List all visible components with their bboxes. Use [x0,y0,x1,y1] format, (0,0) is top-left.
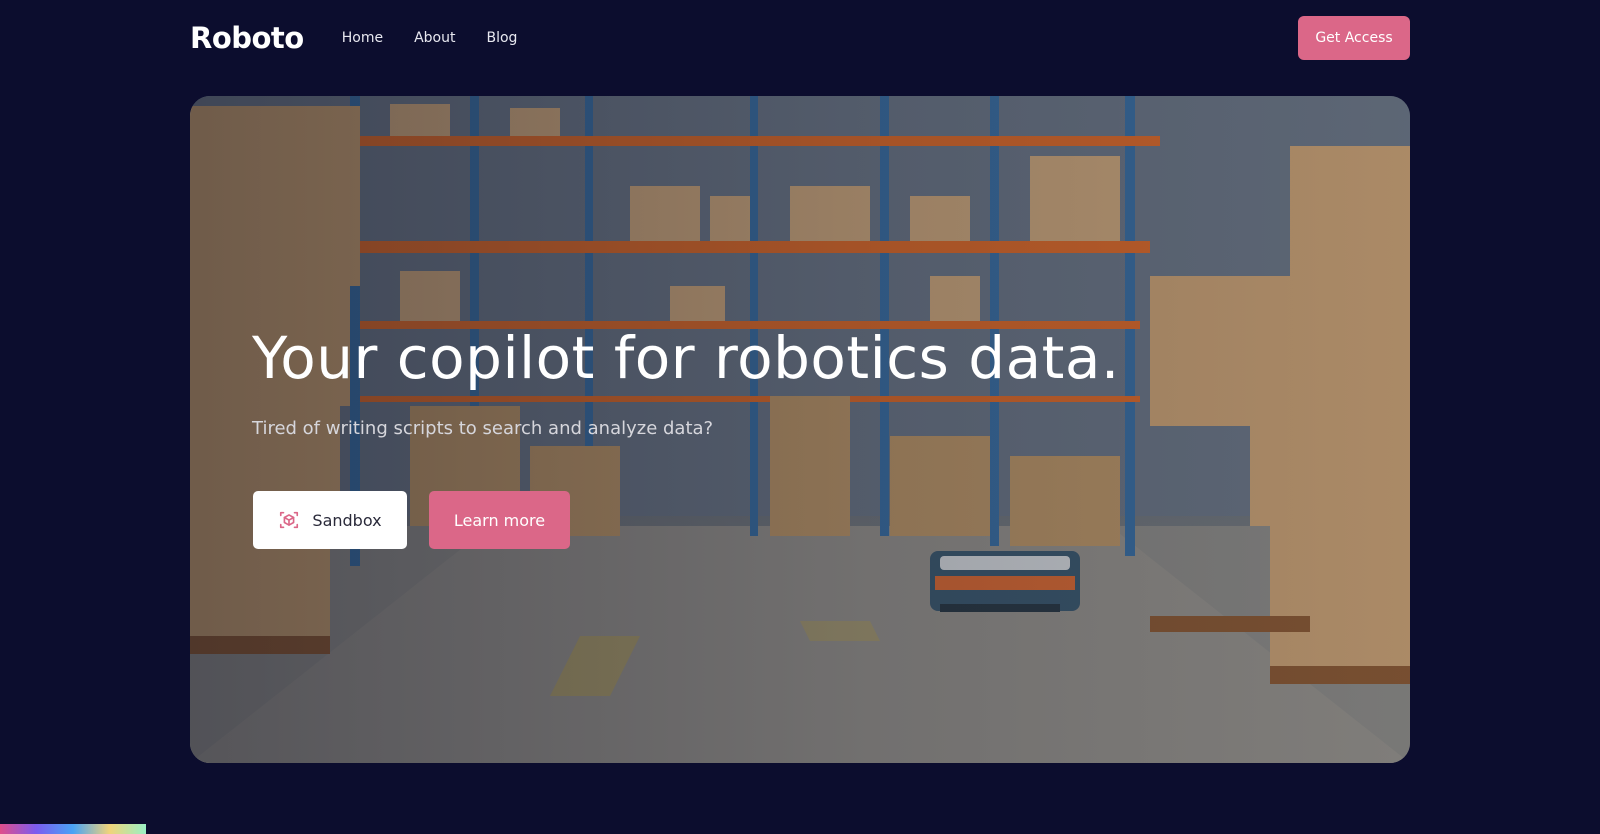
landing-page: Roboto Home About Blog Get Access Your c… [0,0,1600,834]
cube-scan-icon [280,511,299,529]
hero-title: Your copilot for robotics data. [252,324,1120,392]
nav-blog-link[interactable]: Blog [486,30,517,46]
learn-more-button[interactable]: Learn more [429,491,570,549]
get-access-button[interactable]: Get Access [1298,16,1410,60]
nav-home-link[interactable]: Home [342,30,383,46]
logo[interactable]: Roboto [190,21,304,55]
main-nav: Home About Blog [342,30,518,46]
gradient-accent-bar [0,824,146,834]
site-header: Roboto Home About Blog Get Access [190,16,1410,60]
hero-subtitle: Tired of writing scripts to search and a… [252,418,714,439]
sandbox-button[interactable]: Sandbox [253,491,407,549]
hero-section: Your copilot for robotics data. Tired of… [190,96,1410,763]
nav-about-link[interactable]: About [414,30,455,46]
sandbox-button-label: Sandbox [312,510,382,530]
